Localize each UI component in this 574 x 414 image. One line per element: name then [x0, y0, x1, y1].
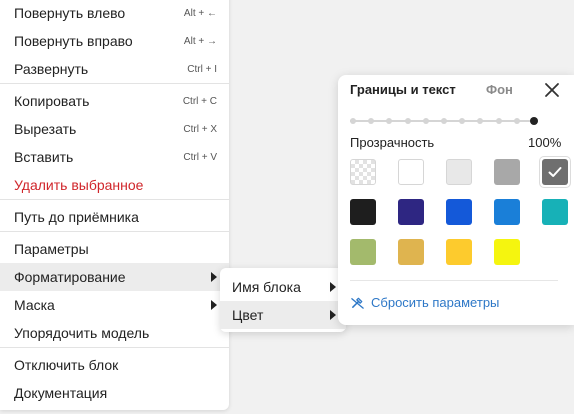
menu-item-flip[interactable]: Развернуть Ctrl + I [0, 55, 229, 83]
opacity-slider[interactable] [350, 115, 538, 127]
opacity-label: Прозрачность [350, 135, 435, 150]
reset-parameters-button[interactable]: Сбросить параметры [350, 295, 499, 310]
slider-tick [422, 118, 429, 124]
submenu-arrow-icon [330, 282, 336, 292]
opacity-value: 100% [528, 135, 562, 150]
slider-tick [368, 118, 375, 124]
menu-item-shortcut: Ctrl + C [182, 95, 217, 107]
panel-divider [350, 280, 558, 281]
submenu-item-label: Имя блока [232, 279, 301, 295]
color-swatch-lemon[interactable] [494, 239, 520, 265]
check-icon [548, 167, 562, 177]
submenu-arrow-icon [211, 300, 217, 310]
menu-item-label: Удалить выбранное [14, 177, 144, 193]
slider-tick [350, 118, 356, 124]
menu-item-copy[interactable]: Копировать Ctrl + C [0, 87, 229, 115]
menu-item-label: Развернуть [14, 61, 89, 77]
tab-background[interactable]: Фон [486, 82, 513, 98]
menu-item-shortcut: Ctrl + V [183, 151, 217, 163]
menu-item-rotate-left[interactable]: Повернуть влево Alt + ← [0, 0, 229, 27]
slider-tick [441, 118, 447, 124]
context-menu: Повернуть влево Alt + ← Повернуть вправо… [0, 0, 229, 410]
menu-item-shortcut: Ctrl + I [187, 63, 217, 75]
submenu-arrow-icon [211, 272, 217, 282]
color-swatch-dark-gray[interactable] [542, 159, 568, 185]
menu-item-path-to-receiver[interactable]: Путь до приёмника [0, 203, 229, 231]
menu-divider [0, 199, 229, 200]
menu-divider [0, 231, 229, 232]
tab-borders-and-text[interactable]: Границы и текст [350, 82, 456, 98]
slider-tick [513, 118, 520, 124]
color-swatch-indigo[interactable] [398, 199, 424, 225]
color-swatch-transparent[interactable] [350, 159, 376, 185]
menu-item-label: Вставить [14, 149, 74, 165]
menu-item-label: Повернуть влево [14, 5, 126, 21]
color-swatch-yellow[interactable] [446, 239, 472, 265]
menu-item-label: Путь до приёмника [14, 209, 139, 225]
menu-item-shortcut: Alt + ← [183, 7, 217, 19]
submenu-item-block-name[interactable]: Имя блока [220, 273, 346, 301]
menu-item-documentation[interactable]: Документация [0, 379, 229, 407]
submenu-item-label: Цвет [232, 307, 264, 323]
menu-item-label: Параметры [14, 241, 89, 257]
reset-parameters-label: Сбросить параметры [371, 295, 500, 310]
menu-item-delete-selected[interactable]: Удалить выбранное [0, 171, 229, 199]
menu-item-label: Повернуть вправо [14, 33, 133, 49]
color-swatch-gray[interactable] [494, 159, 520, 185]
color-swatch-blue[interactable] [446, 199, 472, 225]
menu-item-rotate-right[interactable]: Повернуть вправо Alt + → [0, 27, 229, 55]
menu-item-label: Маска [14, 297, 55, 313]
menu-item-parameters[interactable]: Параметры [0, 235, 229, 263]
menu-item-shortcut: Alt + → [183, 35, 217, 47]
submenu-item-color[interactable]: Цвет [220, 301, 346, 329]
color-swatch-olive-green[interactable] [350, 239, 376, 265]
color-swatch-white[interactable] [398, 159, 424, 185]
submenu-arrow-icon [330, 310, 336, 320]
menu-item-label: Копировать [14, 93, 90, 109]
menu-item-label: Вырезать [14, 121, 77, 137]
color-swatch-sky-blue[interactable] [494, 199, 520, 225]
slider-tick [477, 118, 484, 124]
menu-item-label: Документация [14, 385, 108, 401]
color-swatch-light-gray[interactable] [446, 159, 472, 185]
slider-tick [459, 118, 466, 124]
close-icon[interactable] [542, 80, 562, 100]
menu-item-label: Отключить блок [14, 357, 119, 373]
menu-divider [0, 83, 229, 84]
menu-item-arrange-model[interactable]: Упорядочить модель [0, 319, 229, 347]
formatting-submenu: Имя блока Цвет [220, 268, 346, 332]
menu-item-formatting[interactable]: Форматирование [0, 263, 229, 291]
slider-tick [386, 118, 393, 124]
menu-item-label: Упорядочить модель [14, 325, 150, 341]
reset-format-icon [351, 297, 364, 309]
menu-item-shortcut: Ctrl + X [183, 123, 217, 135]
menu-item-paste[interactable]: Вставить Ctrl + V [0, 143, 229, 171]
slider-tick [495, 118, 502, 124]
menu-item-label: Форматирование [14, 269, 126, 285]
menu-item-mask[interactable]: Маска [0, 291, 229, 319]
menu-item-disable-block[interactable]: Отключить блок [0, 351, 229, 379]
menu-item-cut[interactable]: Вырезать Ctrl + X [0, 115, 229, 143]
color-swatch-black[interactable] [350, 199, 376, 225]
slider-knob[interactable] [530, 117, 538, 125]
color-swatch-teal[interactable] [542, 199, 568, 225]
color-swatch-mustard[interactable] [398, 239, 424, 265]
slider-tick [404, 118, 411, 124]
color-panel: Границы и текст Фон Прозрачность 100% Сб… [338, 75, 574, 325]
menu-divider [0, 347, 229, 348]
